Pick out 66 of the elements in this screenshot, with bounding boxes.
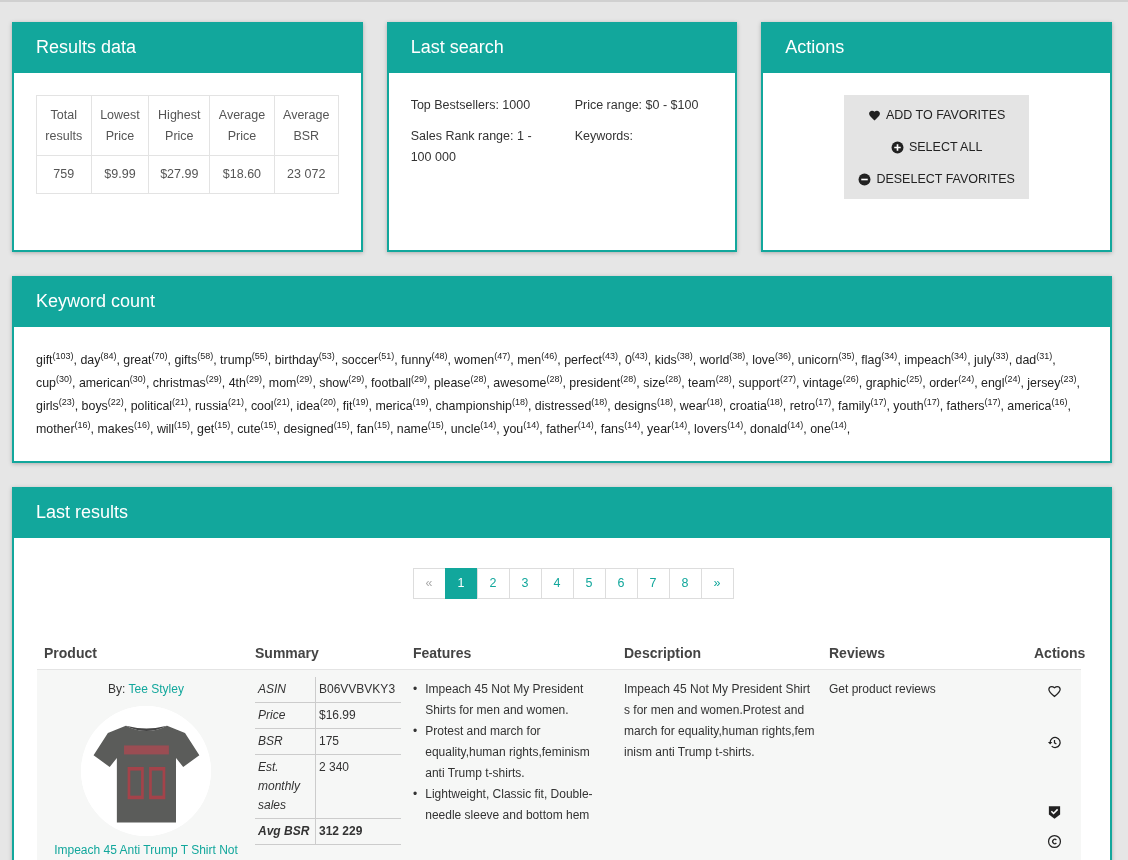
column-header: Reviews [828,645,887,663]
feature-item: Impeach 45 Not My President Shirts for men and women. [425,681,585,719]
action-button[interactable]: SELECT ALL [890,131,983,163]
summary-label: ASIN [255,677,316,703]
column-header: Total results [36,95,91,156]
summary-value: 312 229 [315,818,401,845]
page-link[interactable]: 6 [604,568,638,599]
heart-icon[interactable] [1046,684,1062,699]
page-link[interactable]: 1 [444,568,478,599]
summary-value: 2 340 [315,754,401,819]
page-link[interactable]: 4 [540,568,574,599]
page-link[interactable]: 5 [572,568,606,599]
column-header: Average BSR [274,95,339,156]
table-cell: $27.99 [148,155,210,194]
card-title: Last results [36,502,129,522]
search-info-text: Sales Rank range: 1 - 100 000 [410,128,533,166]
minus-circle-icon [858,172,872,186]
product-link[interactable]: Impeach 45 Anti Trump T Shirt Not [54,843,238,857]
card-title: Last search [410,37,504,57]
table-cell: $18.60 [209,155,275,194]
table-cell: 23 072 [274,155,339,194]
author-link[interactable]: Tee Styley [128,682,184,696]
summary-label: BSR [255,728,316,755]
copyright-icon[interactable] [1046,834,1062,849]
shield-check-icon[interactable] [1046,805,1062,820]
card-title: Keyword count [36,291,156,311]
summary-value: 175 [315,728,401,755]
summary-value: B06VVBVKY3 [315,677,401,703]
column-header: Actions [1033,645,1087,663]
column-header: Product [43,645,98,663]
summary-label: Avg BSR [255,818,316,845]
heart-icon [867,108,881,122]
column-header: Description [623,645,702,663]
feature-item: Lightweight, Classic fit, Double-needle sleeve and bottom hem [425,786,594,824]
card-title: Results data [36,37,137,57]
column-header: Lowest Price [91,95,149,156]
column-header: Average Price [209,95,275,156]
summary-label: Est. monthly sales [255,754,316,819]
history-icon[interactable] [1046,735,1062,750]
action-button[interactable]: DESELECT FAVORITES [858,163,1015,195]
description-text: Impeach 45 Not My President Shirts for men and women.Protest and march for equality,human rights,feminism anti Trump t-shirts. [624,681,815,761]
table-cell: $9.99 [91,155,149,194]
column-header: Features [412,645,473,663]
summary-value: $16.99 [315,702,401,729]
byline: By: Tee Styley [107,681,185,698]
bullet: • [413,786,418,803]
feature-item: Protest and march for equality,human rights,feminism anti Trump t-shirts. [425,723,591,782]
column-header: Summary [254,645,320,663]
action-button[interactable]: ADD TO FAVORITES [867,99,1006,131]
column-header: Highest Price [148,95,210,156]
card-title: Actions [785,37,845,57]
page-link[interactable]: 3 [508,568,542,599]
keyword-list: gift$^{(103)}$, day$^{(84)}$, great$^{(70)}$, gifts$^{(58)}$, trump$^{(55)}$, birthday$^{(53)}$, soccer$^{(51)}$, funny$^{(48)}$, women$^{(47)}$, men$^{(46)}$, perfect$^{(43)}$, 0$^{(43)}$, kids$^{(38)}$, world$^{(38)}$, love$^{(36)}$, unicorn$^{(35)}$, flag$^{(34)}$, impeach$^{(34)}$, july$^{(33)}$, dad$^{(31)}$, cup$^{(30)}$, american$^{(30)}$, christmas$^{(29)}$, 4th$^{(29)}$, mom$^{(29)}$, show$^{(29)}$, football$^{(29)}$, please$^{(28)}$, awesome$^{(28)}$, president$^{(28)}$, size$^{(28)}$, team$^{(28)}$, support$^{(27)}$, vintage$^{(26)}$, graphic$^{(25)}$, order$^{(24)}$, engl$^{(24)}$, jersey$^{(23)}$, girls$^{(23)}$, boys$^{(22)}$, political$^{(21)}$, russia$^{(21)}$, cool$^{(21)}$, idea$^{(20)}$, fit$^{(19)}$, merica$^{(19)}$, championship$^{(18)}$, distressed$^{(18)}$, designs$^{(18)}$, wear$^{(18)}$, croatia$^{(18)}$, retro$^{(17)}$, family$^{(17)}$, youth$^{(17)}$, fathers$^{(17)}$, america$^{(16)}$, mother$^{(16)}$, makes$^{(16)}$, will$^{(15)}$, get$^{(15)}$, cute$^{(15)}$, designed$^{(15)}$, fan$^{(15)}$, name$^{(15)}$, uncle$^{(14)}$, you$^{(14)}$, father$^{(14)}$, fans$^{(14)}$, year$^{(14)}$, lovers$^{(14)}$, donald$^{(14)}$, one$^{(14)}$, [36,349,1088,443]
page-link[interactable]: 2 [476,568,510,599]
search-info-text: Top Bestsellers: 1000 [410,97,532,114]
page-link[interactable]: 8 [668,568,702,599]
reviews-text: Get product reviews [829,682,936,696]
table-cell: 759 [36,155,91,194]
page-link[interactable]: » [700,568,734,599]
bullet: • [413,681,418,698]
plus-circle-icon [890,140,904,154]
page-link[interactable]: 7 [636,568,670,599]
search-info-text: Price range: $0 - $100 [574,97,700,114]
search-info-text: Keywords: [574,128,634,145]
summary-label: Price [255,702,316,729]
bullet: • [413,723,418,740]
